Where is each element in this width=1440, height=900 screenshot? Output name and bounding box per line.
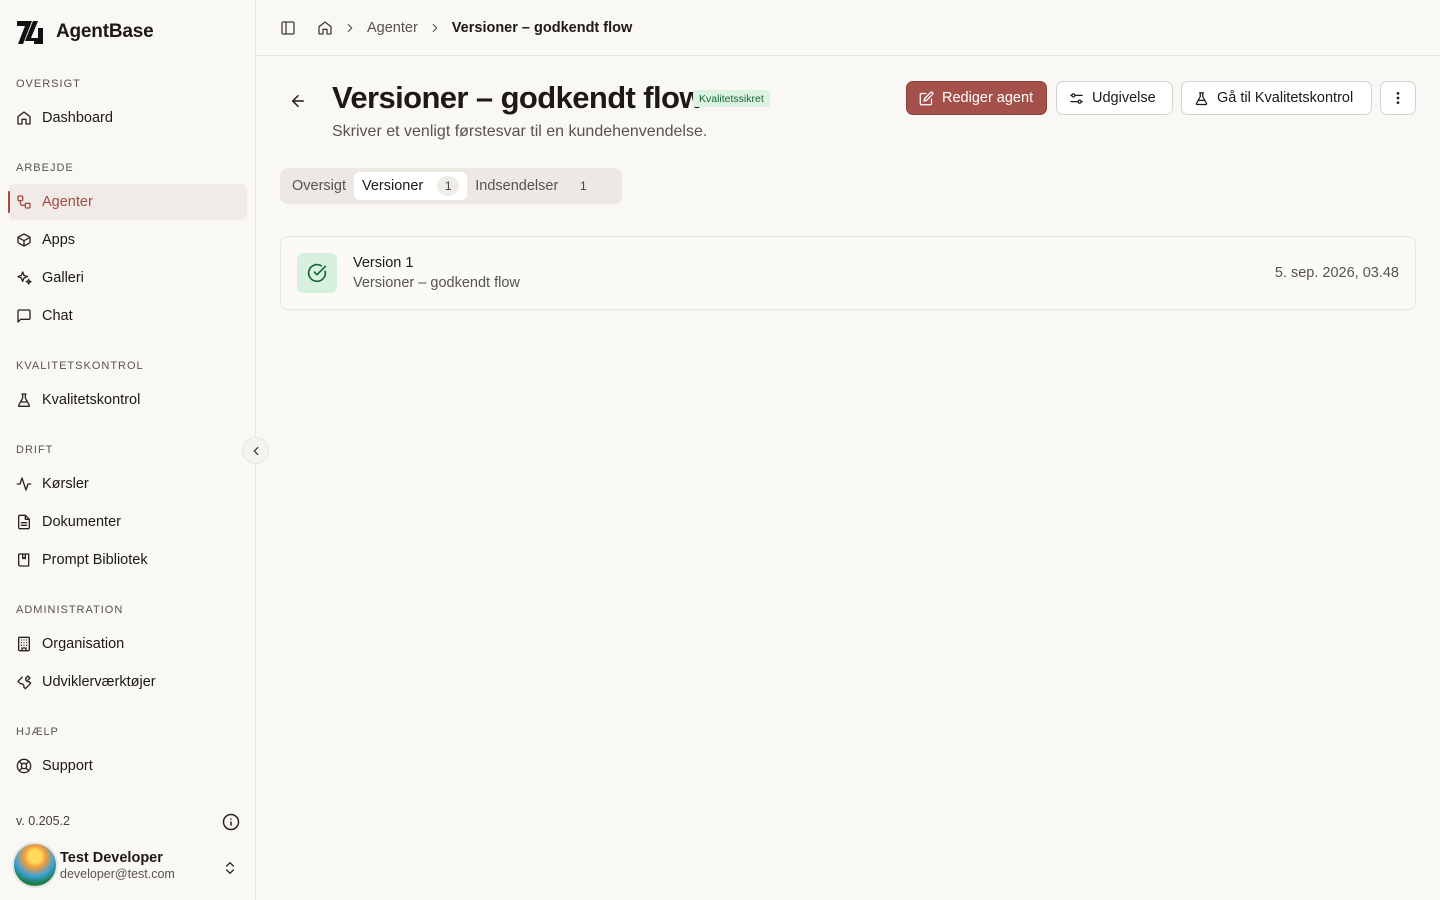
page-title: Versioner – godkendt flow xyxy=(332,80,703,115)
tab-bar: Oversigt Versioner 1 Indsendelser 1 xyxy=(280,168,622,204)
version-status xyxy=(297,253,337,293)
more-vertical-icon xyxy=(1396,92,1400,104)
edit-icon xyxy=(919,91,934,105)
sidebar-item-apps[interactable]: Apps xyxy=(8,222,247,258)
user-email: developer@test.com xyxy=(60,866,175,881)
sidebar-item-label: Dashboard xyxy=(42,110,113,126)
book-icon xyxy=(18,553,30,567)
section-label-hjaelp: HJÆLP xyxy=(16,726,59,738)
sparkles-icon xyxy=(17,271,32,285)
edit-agent-label: Rediger agent xyxy=(942,90,1034,106)
tab-count: 1 xyxy=(437,176,460,196)
sidebar-item-udviklervaerktojer[interactable]: Udviklerværktøjer xyxy=(8,664,247,700)
sidebar-item-label: Dokumenter xyxy=(42,514,121,530)
sidebar-item-dashboard[interactable]: Dashboard xyxy=(8,100,247,136)
section-label-arbejde: ARBEJDE xyxy=(16,162,74,174)
box-icon xyxy=(17,233,31,247)
home-icon xyxy=(17,111,31,125)
chevron-left-icon xyxy=(253,446,258,455)
page-subtitle: Skriver et venligt førstesvar til en kun… xyxy=(332,123,708,140)
sidebar-item-label: Apps xyxy=(42,232,76,248)
sidebar-item-organisation[interactable]: Organisation xyxy=(8,626,247,662)
tab-versioner[interactable]: Versioner 1 xyxy=(354,172,468,200)
edit-agent-button[interactable]: Rediger agent xyxy=(906,81,1047,115)
tab-oversigt[interactable]: Oversigt xyxy=(284,172,354,200)
tab-label: Indsendelser xyxy=(475,178,559,194)
collapse-sidebar-button[interactable] xyxy=(242,437,269,464)
section-label-oversigt: OVERSIGT xyxy=(16,78,81,90)
release-button[interactable]: Udgivelse xyxy=(1056,81,1173,115)
version-subtitle: Versioner – godkendt flow xyxy=(353,275,520,291)
breadcrumb-current: Versioner – godkendt flow xyxy=(451,19,633,36)
brand-name: AgentBase xyxy=(56,21,154,42)
sidebar-item-label: Prompt Bibliotek xyxy=(42,552,148,568)
brand[interactable]: AgentBase xyxy=(16,18,154,46)
sidebar-toggle-icon[interactable] xyxy=(280,20,296,36)
sidebar-item-label: Kvalitetskontrol xyxy=(42,392,141,408)
app-version: v. 0.205.2 xyxy=(16,814,70,828)
user-name: Test Developer xyxy=(60,849,163,866)
sidebar-item-kvalitetskontrol[interactable]: Kvalitetskontrol xyxy=(8,382,247,418)
sidebar: AgentBase OVERSIGT Dashboard ARBEJDE Age… xyxy=(0,0,256,900)
avatar xyxy=(12,842,58,888)
sidebar-item-label: Galleri xyxy=(42,270,84,286)
sidebar-item-label: Chat xyxy=(42,308,73,324)
sidebar-item-korsler[interactable]: Kørsler xyxy=(8,466,247,502)
chevron-right-icon xyxy=(432,23,438,32)
home-icon[interactable] xyxy=(317,20,333,36)
flask-icon xyxy=(1195,91,1208,105)
tab-label: Versioner xyxy=(362,178,424,194)
user-menu[interactable]: Test Developer developer@test.com xyxy=(12,842,175,888)
chevron-right-icon xyxy=(347,23,353,32)
sidebar-item-support[interactable]: Support xyxy=(8,748,247,784)
lifebuoy-icon xyxy=(16,758,32,774)
version-title: Version 1 xyxy=(353,255,414,271)
file-icon xyxy=(18,514,30,530)
sidebar-item-label: Support xyxy=(42,758,93,774)
go-to-qa-label: Gå til Kvalitetskontrol xyxy=(1217,90,1354,106)
section-label-drift: DRIFT xyxy=(16,444,54,456)
tab-count: 1 xyxy=(572,176,595,196)
section-label-administration: ADMINISTRATION xyxy=(16,604,124,616)
sidebar-item-label: Organisation xyxy=(42,636,125,652)
wrench-icon xyxy=(17,675,32,690)
sidebar-item-chat[interactable]: Chat xyxy=(8,298,247,334)
activity-icon xyxy=(16,477,32,491)
sidebar-item-label: Udviklerværktøjer xyxy=(42,674,156,690)
flask-icon xyxy=(17,393,31,407)
tab-indsendelser[interactable]: Indsendelser 1 xyxy=(467,172,602,200)
go-to-qa-button[interactable]: Gå til Kvalitetskontrol xyxy=(1181,81,1372,115)
check-circle-icon xyxy=(307,263,327,283)
version-card[interactable]: Version 1 Versioner – godkendt flow 5. s… xyxy=(280,236,1416,310)
section-label-kvalitetskontrol: KVALITETSKONTROL xyxy=(16,360,144,372)
sidebar-item-label: Kørsler xyxy=(42,476,89,492)
workflow-icon xyxy=(17,195,31,209)
more-options-button[interactable] xyxy=(1380,81,1416,115)
chevrons-up-down-icon[interactable] xyxy=(222,860,238,876)
back-arrow-icon[interactable] xyxy=(289,92,307,110)
sidebar-item-dokumenter[interactable]: Dokumenter xyxy=(8,504,247,540)
sidebar-item-prompt-bibliotek[interactable]: Prompt Bibliotek xyxy=(8,542,247,578)
release-label: Udgivelse xyxy=(1092,90,1156,106)
topbar: Agenter Versioner – godkendt flow xyxy=(256,0,1440,56)
breadcrumb: Agenter Versioner – godkendt flow xyxy=(280,19,632,37)
sidebar-item-agenter[interactable]: Agenter xyxy=(8,184,247,220)
breadcrumb-agenter[interactable]: Agenter xyxy=(367,20,418,36)
tab-label: Oversigt xyxy=(292,178,346,194)
sliders-icon xyxy=(1070,92,1083,104)
status-badge: Kvalitetssikret xyxy=(693,90,770,107)
message-icon xyxy=(17,309,31,323)
brand-logo-icon xyxy=(17,21,43,44)
info-icon[interactable] xyxy=(222,813,240,831)
building-icon xyxy=(18,636,30,652)
sidebar-item-galleri[interactable]: Galleri xyxy=(8,260,247,296)
version-date: 5. sep. 2026, 03.48 xyxy=(1274,265,1399,281)
sidebar-item-label: Agenter xyxy=(42,194,93,210)
